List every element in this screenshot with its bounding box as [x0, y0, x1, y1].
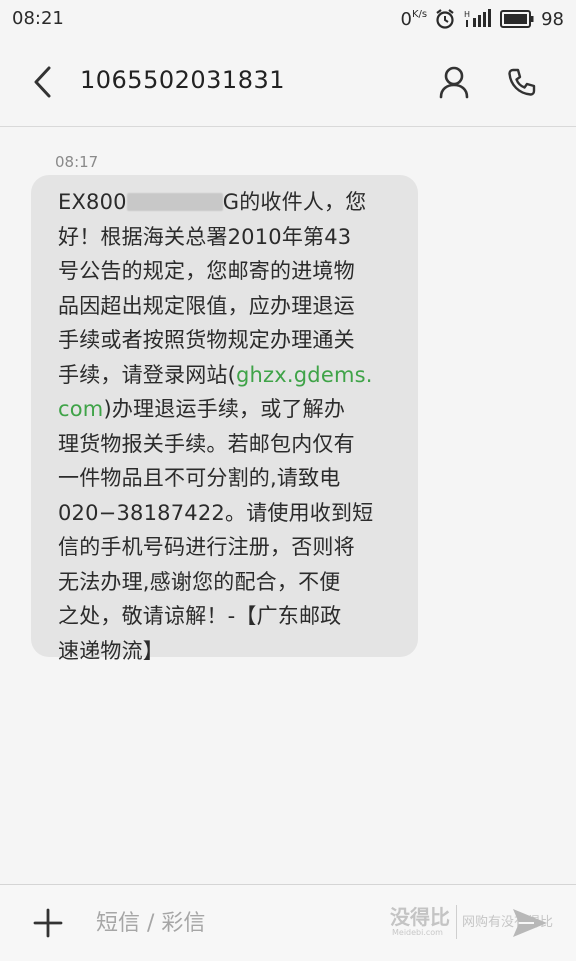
send-button[interactable] [508, 903, 552, 943]
message-text: 手续，请登录网站( [58, 362, 236, 387]
conversation-area[interactable]: 08:17 EX800 G的收件人，您 好！根据海关总署2010年第43 号公告的… [0, 127, 576, 883]
phone-icon [508, 68, 536, 96]
message-line: 之处，敬请谅解！-【广东邮政 [58, 604, 342, 628]
conversation-header: 1065502031831 [0, 38, 576, 127]
message-timestamp: 08:17 [55, 153, 99, 171]
battery-icon [500, 10, 534, 28]
status-icons: 0K/s H 98 [401, 8, 565, 30]
message-text: EX800 [58, 190, 127, 214]
redacted-text [126, 193, 223, 211]
message-line: 手续或者按照货物规定办理通关 [58, 328, 355, 352]
message-line: com)办理退运手续，或了解办 [58, 392, 398, 427]
watermark-sub: Meidebi.com [392, 928, 443, 937]
chevron-left-icon [34, 66, 51, 98]
message-line: EX800 G的收件人，您 [58, 185, 398, 220]
message-line: 速递物流】 [58, 638, 164, 663]
message-bubble[interactable]: EX800 G的收件人，您 好！根据海关总署2010年第43 号公告的规定，您邮寄… [31, 175, 418, 663]
contact-number: 1065502031831 [80, 66, 286, 94]
signal-icon: H [463, 9, 493, 29]
battery-level: 98 [541, 8, 564, 30]
plus-icon [33, 908, 63, 938]
message-line: 理货物报关手续。若邮包内仅有 [58, 431, 355, 456]
contact-button[interactable] [432, 60, 476, 104]
website-link[interactable]: com [58, 397, 103, 421]
message-line: 无法办理,感谢您的配合，不便 [58, 569, 341, 594]
message-line: 品因超出规定限值，应办理退运 [58, 293, 355, 318]
send-icon [513, 909, 547, 937]
website-link[interactable]: ghzx.gdems. [236, 363, 373, 387]
watermark-divider [456, 905, 457, 939]
watermark-main: 没得比 [390, 905, 450, 929]
status-bar: 08:21 0K/s H 98 [0, 0, 576, 38]
message-line: 手续，请登录网站(ghzx.gdems. [58, 358, 398, 393]
network-speed: 0K/s [401, 9, 428, 30]
message-line: 好！根据海关总署2010年第43 [58, 224, 352, 249]
add-attachment-button[interactable] [28, 903, 68, 943]
network-type-label: H [464, 10, 470, 19]
compose-bar: 没得比 Meidebi.com 网购有没有得比 [0, 884, 576, 961]
alarm-icon [434, 8, 456, 30]
call-button[interactable] [500, 60, 544, 104]
network-speed-value: 0 [400, 8, 412, 30]
message-line: 020−38187422。请使用收到短 [58, 500, 374, 525]
back-button[interactable] [22, 60, 62, 104]
message-line: 号公告的规定，您邮寄的进境物 [58, 259, 355, 283]
message-line: 信的手机号码进行注册，否则将 [58, 535, 355, 559]
status-time: 08:21 [12, 8, 64, 29]
network-speed-unit: K/s [411, 8, 428, 20]
person-icon [439, 66, 469, 99]
message-input[interactable] [96, 905, 376, 941]
message-text: G的收件人，您 [222, 190, 367, 214]
message-line: 一件物品且不可分割的,请致电 [58, 466, 341, 490]
message-text: )办理退运手续，或了解办 [103, 397, 346, 421]
